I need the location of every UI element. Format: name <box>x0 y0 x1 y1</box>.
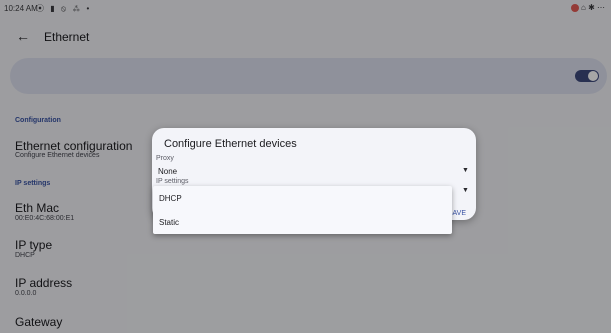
proxy-dropdown-arrow-icon[interactable]: ▼ <box>462 167 469 174</box>
menu-option-static[interactable]: Static <box>153 210 452 234</box>
ip-settings-dropdown-menu: DHCP Static <box>153 186 452 234</box>
proxy-select[interactable]: None <box>158 167 177 176</box>
dialog-title: Configure Ethernet devices <box>164 138 297 150</box>
ip-settings-dropdown-arrow-icon[interactable]: ▼ <box>462 187 469 194</box>
proxy-label: Proxy <box>156 155 174 162</box>
ip-settings-label: IP settings <box>156 178 189 185</box>
menu-option-dhcp[interactable]: DHCP <box>153 186 452 210</box>
